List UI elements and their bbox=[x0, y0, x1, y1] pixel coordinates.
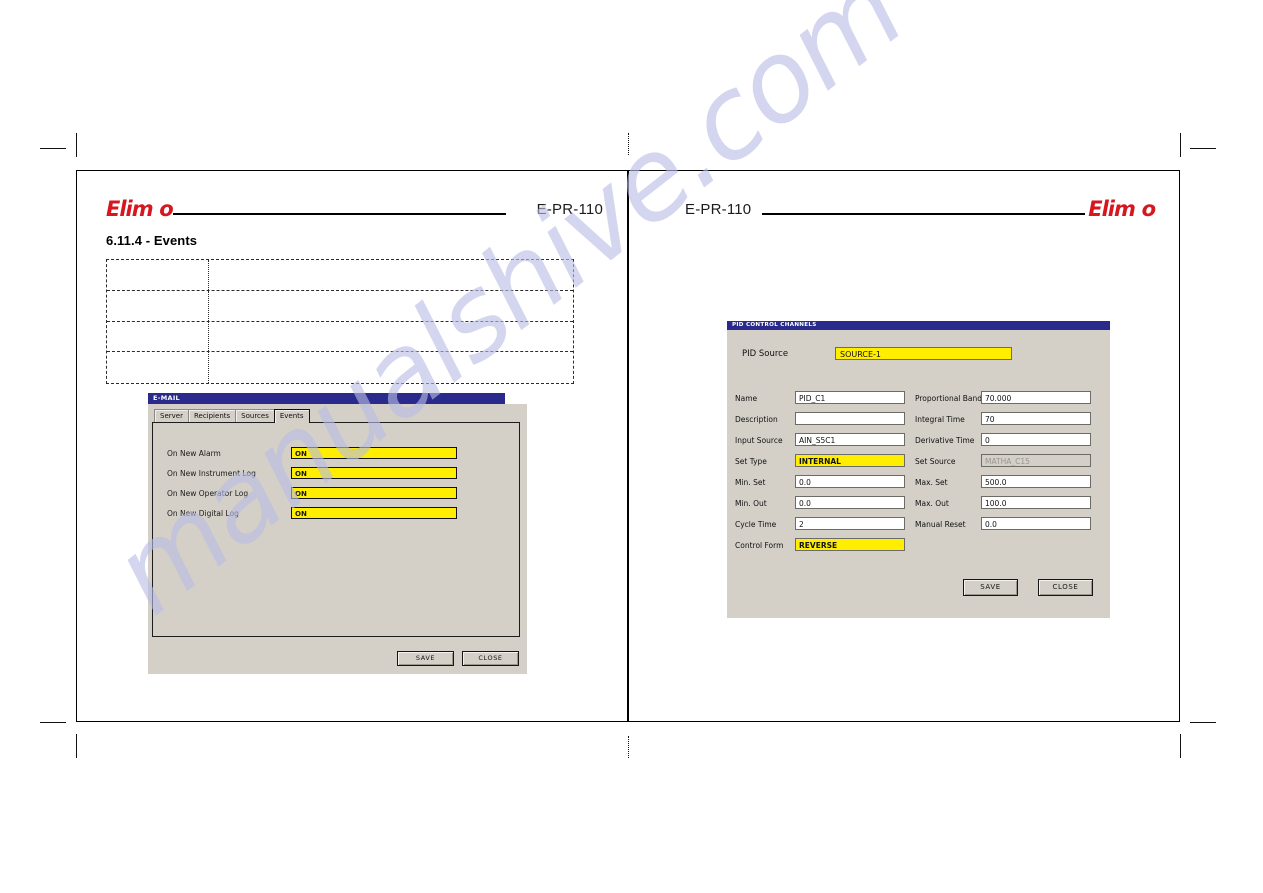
email-close-button[interactable]: CLOSE bbox=[462, 651, 519, 666]
pid-source-label: PID Source bbox=[742, 349, 789, 359]
event-label-on-new-operator-log: On New Operator Log bbox=[167, 489, 249, 498]
tab-recipients[interactable]: Recipients bbox=[187, 409, 237, 423]
email-save-button[interactable]: SAVE bbox=[397, 651, 454, 666]
pid-label-proportional-band: Proportional Band bbox=[915, 394, 983, 403]
events-tab-pane: On New Alarm ON On New Instrument Log ON… bbox=[152, 422, 520, 637]
pid-input-derivative-time[interactable]: 0 bbox=[981, 433, 1091, 446]
table-column-divider bbox=[208, 321, 209, 352]
fold-mark-bottom bbox=[628, 736, 629, 758]
event-value-on-new-alarm[interactable]: ON bbox=[291, 447, 457, 459]
elimko-logo-right: Elim\o bbox=[1088, 197, 1156, 221]
tab-events[interactable]: Events bbox=[273, 409, 310, 423]
crop-mark-top-right-vertical bbox=[1180, 133, 1182, 157]
pid-label-max-set: Max. Set bbox=[915, 478, 948, 487]
table-column-divider bbox=[208, 290, 209, 321]
event-value-on-new-operator-log[interactable]: ON bbox=[291, 487, 457, 499]
pid-control-channels-dialog: PID CONTROL CHANNELS PID Source SOURCE-1… bbox=[727, 321, 1110, 618]
header-rule-right bbox=[762, 213, 1085, 216]
email-dialog-buttons: SAVE CLOSE bbox=[397, 651, 519, 666]
left-page-header: Elim\o E-PR-110 bbox=[77, 193, 627, 229]
pid-label-control-form: Control Form bbox=[735, 541, 784, 550]
pid-label-manual-reset: Manual Reset bbox=[915, 520, 966, 529]
pid-input-manual-reset[interactable]: 0.0 bbox=[981, 517, 1091, 530]
document-code-left: E-PR-110 bbox=[536, 201, 603, 218]
crop-mark-top-left-vertical bbox=[76, 133, 78, 157]
page-left: Elim\o E-PR-110 6.11.4 - Events E-MAIL S… bbox=[76, 170, 628, 722]
crop-mark-bottom-left-vertical bbox=[76, 734, 78, 758]
pid-label-derivative-time: Derivative Time bbox=[915, 436, 975, 445]
pid-input-control-form[interactable]: REVERSE bbox=[795, 538, 905, 551]
table-column-divider bbox=[208, 352, 209, 383]
section-title: 6.11.4 - Events bbox=[106, 233, 198, 248]
pid-field-integral-time: Integral Time 70 bbox=[727, 412, 1110, 427]
crop-mark-top-left-horizontal bbox=[40, 148, 66, 150]
pid-dialog-titlebar: PID CONTROL CHANNELS bbox=[727, 321, 1110, 330]
tab-server[interactable]: Server bbox=[154, 409, 189, 423]
email-dialog-titlebar: E-MAIL bbox=[148, 393, 505, 404]
pid-field-set-source: Set Source MATHA_C15 bbox=[727, 454, 1110, 469]
fold-mark-top bbox=[628, 133, 629, 155]
crop-mark-top-right-horizontal bbox=[1190, 148, 1216, 150]
event-value-on-new-digital-log[interactable]: ON bbox=[291, 507, 457, 519]
pid-input-proportional-band[interactable]: 70.000 bbox=[981, 391, 1091, 404]
crop-mark-bottom-right-horizontal bbox=[1190, 722, 1216, 724]
event-row-on-new-digital-log: On New Digital Log ON bbox=[167, 507, 505, 523]
pid-label-set-source: Set Source bbox=[915, 457, 956, 466]
email-dialog-body: Server Recipients Sources Events On New … bbox=[148, 404, 527, 674]
elimko-logo-left: Elim\o bbox=[106, 197, 174, 221]
pid-label-max-out: Max. Out bbox=[915, 499, 949, 508]
pid-input-max-set[interactable]: 500.0 bbox=[981, 475, 1091, 488]
table-column-divider bbox=[208, 260, 209, 290]
table-row bbox=[107, 352, 573, 383]
event-row-on-new-operator-log: On New Operator Log ON bbox=[167, 487, 505, 503]
pid-field-proportional-band: Proportional Band 70.000 bbox=[727, 391, 1110, 406]
pid-label-integral-time: Integral Time bbox=[915, 415, 965, 424]
email-tabstrip: Server Recipients Sources Events bbox=[154, 408, 310, 423]
email-dialog: E-MAIL Server Recipients Sources Events … bbox=[148, 393, 527, 674]
pid-save-button[interactable]: SAVE bbox=[963, 579, 1018, 596]
right-page-header: E-PR-110 Elim\o bbox=[629, 193, 1179, 229]
pid-field-control-form: Control Form REVERSE bbox=[727, 538, 1110, 553]
pid-input-set-source: MATHA_C15 bbox=[981, 454, 1091, 467]
crop-mark-bottom-right-vertical bbox=[1180, 734, 1182, 758]
header-rule-left bbox=[173, 213, 506, 216]
pid-input-max-out[interactable]: 100.0 bbox=[981, 496, 1091, 509]
pid-field-max-out: Max. Out 100.0 bbox=[727, 496, 1110, 511]
event-value-on-new-instrument-log[interactable]: ON bbox=[291, 467, 457, 479]
event-row-on-new-alarm: On New Alarm ON bbox=[167, 447, 505, 463]
pid-field-derivative-time: Derivative Time 0 bbox=[727, 433, 1110, 448]
pid-field-manual-reset: Manual Reset 0.0 bbox=[727, 517, 1110, 532]
pid-dialog-body: PID Source SOURCE-1 Name PID_C1 Descript… bbox=[727, 330, 1110, 618]
event-label-on-new-instrument-log: On New Instrument Log bbox=[167, 469, 256, 478]
table-row bbox=[107, 321, 573, 353]
pid-close-button[interactable]: CLOSE bbox=[1038, 579, 1093, 596]
pid-dialog-buttons: SAVE CLOSE bbox=[963, 579, 1093, 596]
pid-source-field[interactable]: SOURCE-1 bbox=[835, 347, 1012, 360]
event-label-on-new-digital-log: On New Digital Log bbox=[167, 509, 239, 518]
crop-mark-bottom-left-horizontal bbox=[40, 722, 66, 724]
tab-sources[interactable]: Sources bbox=[235, 409, 275, 423]
event-label-on-new-alarm: On New Alarm bbox=[167, 449, 221, 458]
document-code-right: E-PR-110 bbox=[685, 201, 752, 218]
event-row-on-new-instrument-log: On New Instrument Log ON bbox=[167, 467, 505, 483]
pid-field-max-set: Max. Set 500.0 bbox=[727, 475, 1110, 490]
table-row bbox=[107, 290, 573, 322]
table-row bbox=[107, 260, 573, 291]
spec-table bbox=[106, 259, 574, 384]
pid-input-integral-time[interactable]: 70 bbox=[981, 412, 1091, 425]
